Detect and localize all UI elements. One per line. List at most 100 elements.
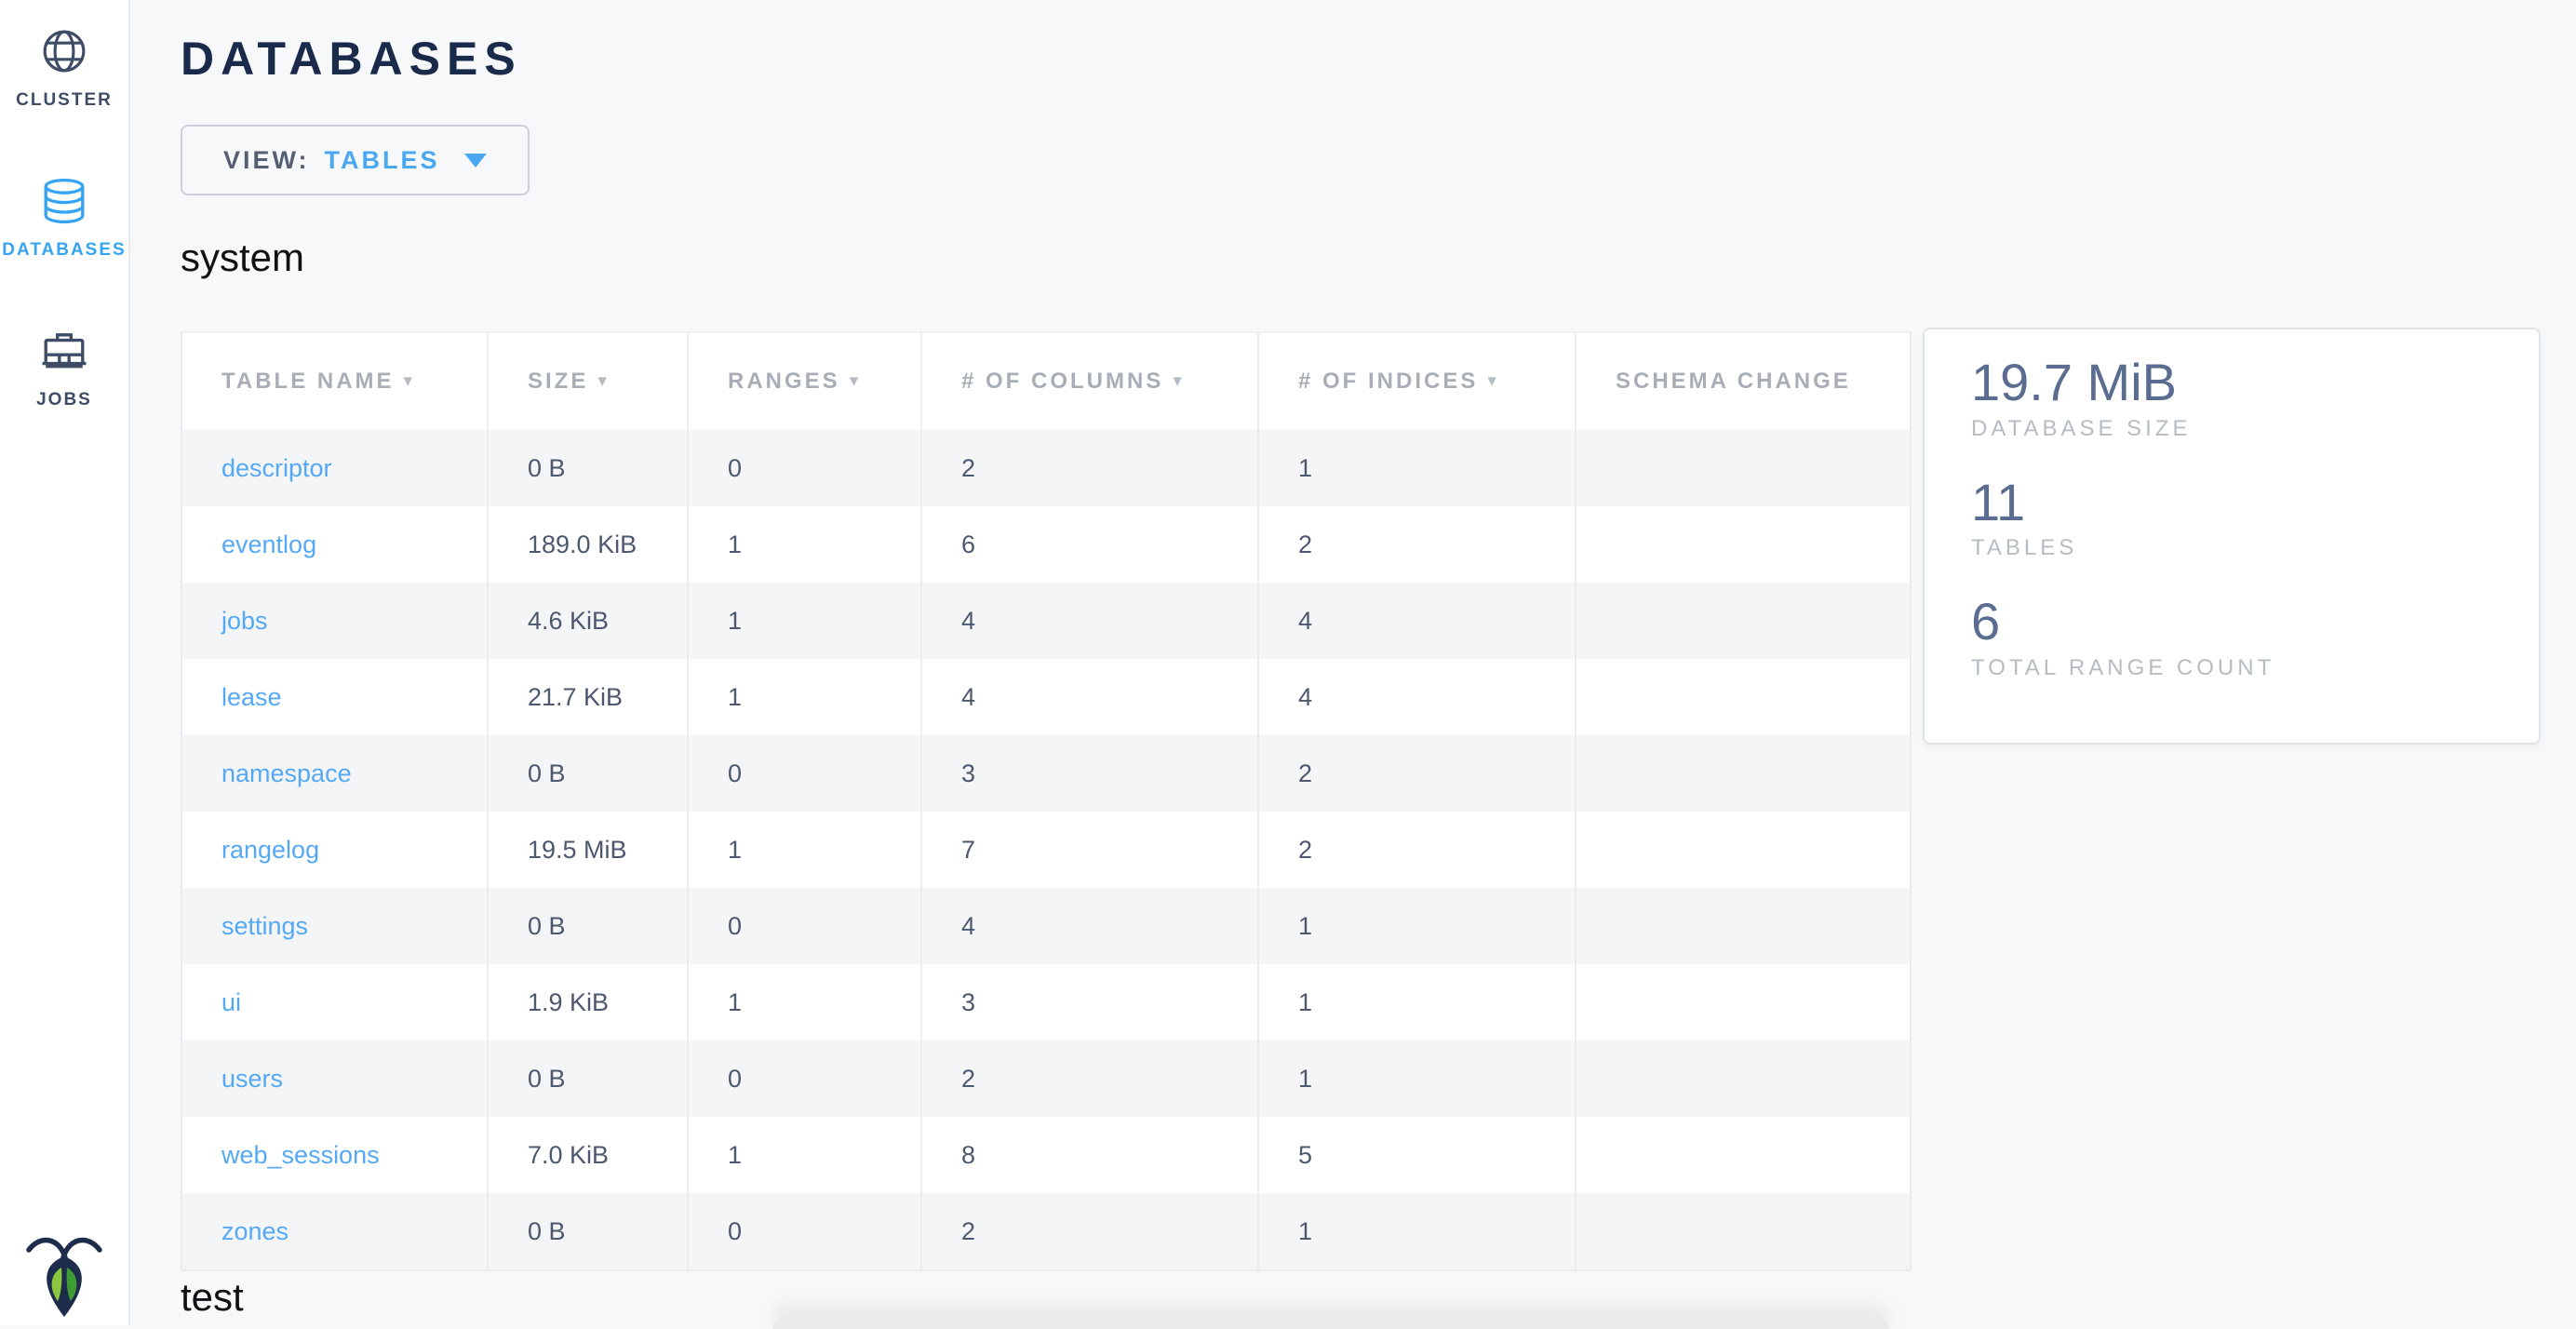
table-row: web_sessions7.0 KiB185 [182,1117,1910,1193]
column-header-label: SIZE [528,369,588,394]
cell-size: 19.5 MiB [487,812,687,888]
table-name-link[interactable]: ui [221,988,241,1016]
table-row: lease21.7 KiB144 [182,659,1910,735]
cell-of-columns: 7 [920,812,1257,888]
stat-database-size: 19.7 MiB DATABASE SIZE [1971,354,2539,442]
cell-schema-change [1575,659,1910,735]
table-name-link[interactable]: lease [221,683,282,711]
cell-schema-change [1575,888,1910,964]
stat-total-range-count: 6 TOTAL RANGE COUNT [1971,593,2539,681]
sidebar-item-label: CLUSTER [16,90,113,111]
cell-size: 0 B [487,430,687,506]
cell-table-name: namespace [182,735,487,812]
cell-table-name: rangelog [182,812,487,888]
table-row: ui1.9 KiB131 [182,964,1910,1040]
cell-ranges: 0 [687,1040,920,1117]
table-row: eventlog189.0 KiB162 [182,506,1910,583]
sidebar-item-jobs[interactable]: JOBS [36,328,92,410]
cell-of-indices: 1 [1257,1193,1575,1269]
table-name-link[interactable]: jobs [221,607,268,635]
cell-of-indices: 1 [1257,964,1575,1040]
cell-of-columns: 4 [920,659,1257,735]
sidebar-item-databases[interactable]: DATABASES [2,178,126,261]
cell-of-indices: 1 [1257,888,1575,964]
table-name-link[interactable]: rangelog [221,836,319,864]
cell-of-columns: 3 [920,964,1257,1040]
table-row: zones 0 B021 [182,1193,1910,1269]
cell-table-name: ui [182,964,487,1040]
stat-value: 11 [1971,474,2539,532]
page-title: DATABASES [181,32,522,86]
sort-desc-icon: ▾ [850,371,862,391]
table-name-link[interactable]: eventlog [221,530,316,558]
column-header-label: RANGES [728,369,840,394]
cell-of-indices: 2 [1257,506,1575,583]
sidebar-item-label: DATABASES [2,240,126,261]
table-name-link[interactable]: namespace [221,759,352,787]
cell-of-columns: 2 [920,1193,1257,1269]
cell-ranges: 1 [687,812,920,888]
cell-ranges: 1 [687,583,920,659]
section-title-system: system [181,235,304,280]
cell-schema-change [1575,812,1910,888]
database-icon [41,178,87,229]
column-header-table-name[interactable]: TABLE NAME▾ [182,333,487,430]
cell-schema-change [1575,964,1910,1040]
view-dropdown-label: VIEW: [223,146,310,175]
cell-of-columns: 6 [920,506,1257,583]
stat-label: TOTAL RANGE COUNT [1971,655,2539,681]
cell-table-name: zones [182,1193,487,1269]
cell-of-indices: 1 [1257,430,1575,506]
table-name-link[interactable]: zones [221,1217,288,1245]
cell-size: 0 B [487,1193,687,1269]
sidebar-item-cluster[interactable]: CLUSTER [16,28,113,111]
view-dropdown-value: TABLES [325,146,440,175]
cell-table-name: web_sessions [182,1117,487,1193]
globe-icon [41,28,87,79]
table-name-link[interactable]: web_sessions [221,1141,380,1169]
cell-table-name: jobs [182,583,487,659]
table-row: namespace0 B032 [182,735,1910,812]
column-header-schema-change: SCHEMA CHANGE [1575,333,1910,430]
cell-schema-change [1575,506,1910,583]
cell-of-columns: 2 [920,430,1257,506]
cell-size: 4.6 KiB [487,583,687,659]
cell-ranges: 0 [687,888,920,964]
cell-table-name: users [182,1040,487,1117]
sidebar-nav: CLUSTER DATABASES [2,28,126,410]
column-header-ranges[interactable]: RANGES ▾ [687,333,920,430]
table-name-link[interactable]: settings [221,912,308,940]
column-header-size[interactable]: SIZE▾ [487,333,687,430]
cell-ranges: 0 [687,430,920,506]
cell-ranges: 1 [687,1117,920,1193]
cell-ranges: 0 [687,1193,920,1269]
sort-desc-icon: ▾ [1487,371,1499,391]
stat-label: DATABASE SIZE [1971,416,2539,442]
stat-tables: 11 TABLES [1971,474,2539,562]
system-tables-table: TABLE NAME▾SIZE▾RANGES▾# OF COLUMNS▾# OF… [181,331,1912,1271]
column-header-of-columns[interactable]: # OF COLUMNS▾ [920,333,1257,430]
cell-size: 0 B [487,735,687,812]
cell-of-indices: 2 [1257,735,1575,812]
table-row: users0 B021 [182,1040,1910,1117]
column-header-of-indices[interactable]: # OF INDICES▾ [1257,333,1575,430]
cell-schema-change [1575,1117,1910,1193]
table-name-link[interactable]: descriptor [221,454,332,482]
stat-label: TABLES [1971,535,2539,561]
table-name-link[interactable]: users [221,1065,283,1093]
cell-ranges: 1 [687,659,920,735]
cell-of-columns: 2 [920,1040,1257,1117]
cell-table-name: descriptor [182,430,487,506]
cell-size: 7.0 KiB [487,1117,687,1193]
cell-schema-change [1575,735,1910,812]
table-row: descriptor 0 B021 [182,430,1910,506]
table-header: TABLE NAME▾SIZE▾RANGES▾# OF COLUMNS▾# OF… [182,333,1910,430]
cell-schema-change [1575,1040,1910,1117]
column-header-label: # OF COLUMNS [961,369,1163,394]
cell-table-name: eventlog [182,506,487,583]
cell-size: 1.9 KiB [487,964,687,1040]
view-dropdown[interactable]: VIEW: TABLES [181,125,530,195]
cell-of-indices: 5 [1257,1117,1575,1193]
cell-table-name: settings [182,888,487,964]
stat-value: 19.7 MiB [1971,354,2539,412]
